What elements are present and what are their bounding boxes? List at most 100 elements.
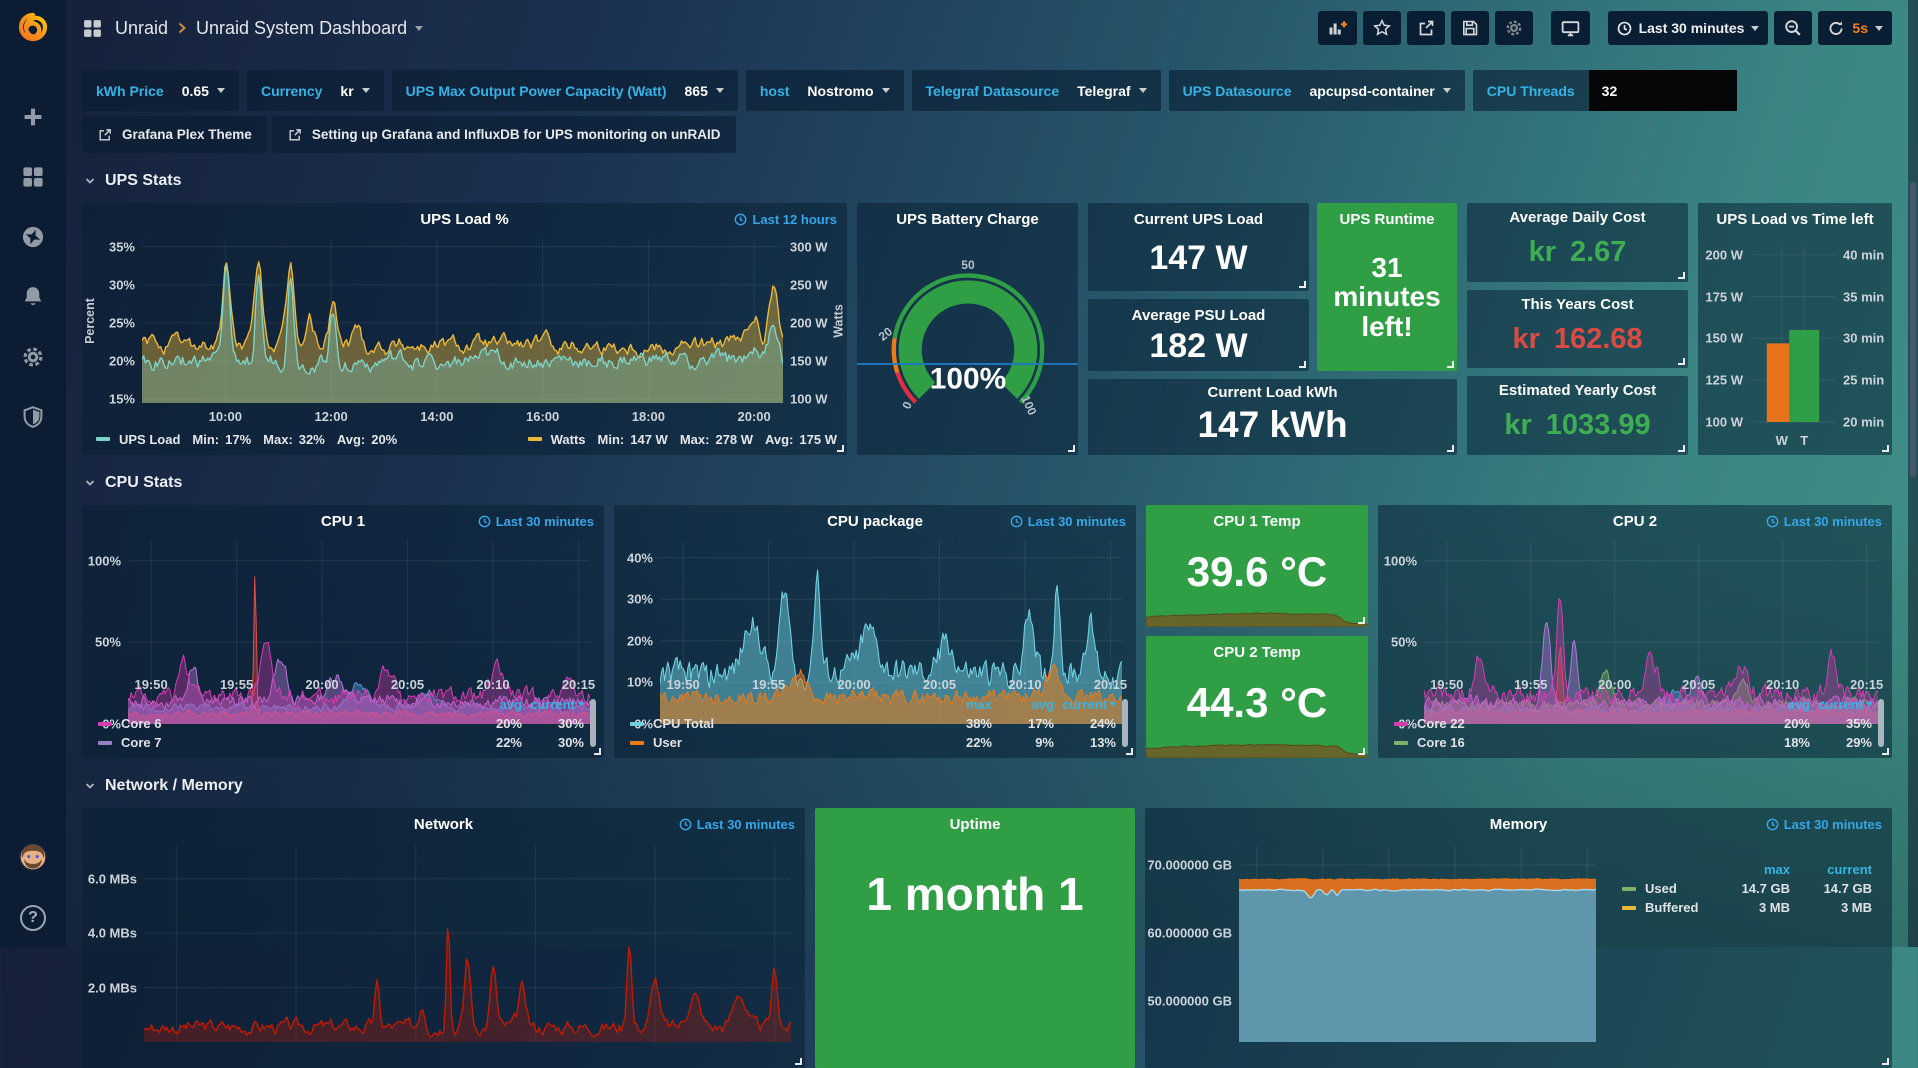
resize-handle[interactable] <box>1358 617 1365 624</box>
panel-title[interactable]: Uptime <box>815 808 1135 833</box>
cpu1-chart[interactable]: 100%50%0%19:5019:5520:0020:0520:1020:15 <box>128 541 590 671</box>
panel-title[interactable]: UPS Runtime <box>1317 203 1457 228</box>
legend-series-name[interactable]: UPS Load <box>119 432 180 447</box>
resize-handle[interactable] <box>837 445 844 452</box>
panel-time-range[interactable]: Last 30 minutes <box>679 817 795 832</box>
legend-column-header[interactable]: avg <box>996 697 1054 712</box>
breadcrumb-dashboard[interactable]: Unraid System Dashboard <box>196 18 407 39</box>
legend-column-header[interactable]: avg <box>464 697 522 712</box>
dashboards-icon[interactable] <box>21 165 45 189</box>
panel-time-range[interactable]: Last 30 minutes <box>1766 514 1882 529</box>
legend-scrollbar[interactable] <box>1122 699 1128 747</box>
resize-handle[interactable] <box>1678 445 1685 452</box>
resize-handle[interactable] <box>1299 361 1306 368</box>
configuration-gear-icon[interactable] <box>21 345 45 369</box>
resize-handle[interactable] <box>594 748 601 755</box>
legend-column-header[interactable]: current <box>1814 697 1872 712</box>
panel-title[interactable]: This Years Cost <box>1467 290 1688 313</box>
resize-handle[interactable] <box>1882 445 1889 452</box>
server-admin-shield-icon[interactable] <box>21 405 45 429</box>
legend-column-header[interactable]: max <box>934 697 992 712</box>
ups-load-chart[interactable]: 35%30%25%20%15%300 W250 W200 W150 W100 W… <box>142 239 783 403</box>
legend-series-name[interactable]: Core 22 <box>1394 716 1748 731</box>
breadcrumb-folder[interactable]: Unraid <box>115 18 168 39</box>
explore-compass-icon[interactable] <box>21 225 45 249</box>
help-icon[interactable]: ? <box>20 905 46 931</box>
legend-series-name[interactable]: Used <box>1622 881 1708 896</box>
resize-handle[interactable] <box>1678 358 1685 365</box>
memory-chart[interactable]: 70.000000 GB60.000000 GB50.000000 GB <box>1239 846 1596 1042</box>
dashboard-dropdown-caret[interactable] <box>415 26 423 31</box>
variable-value-dropdown[interactable]: kr <box>322 83 383 99</box>
panel-time-range[interactable]: Last 30 minutes <box>1010 514 1126 529</box>
page-scrollbar[interactable] <box>1908 0 1918 947</box>
legend-series-name[interactable]: Watts <box>551 432 586 447</box>
variable-cpu-threads[interactable]: CPU Threads32 <box>1473 70 1737 111</box>
dashboard-link[interactable]: Grafana Plex Theme <box>82 116 267 153</box>
panel-title[interactable]: Average Daily Cost <box>1467 203 1688 226</box>
resize-handle[interactable] <box>1126 748 1133 755</box>
panel-title[interactable]: UPS Battery Charge <box>857 203 1078 228</box>
panel-title[interactable]: Average PSU Load <box>1088 299 1309 324</box>
legend-column-header[interactable]: avg <box>1752 697 1810 712</box>
share-button[interactable] <box>1407 11 1445 45</box>
variable-text-input[interactable]: 32 <box>1589 70 1737 111</box>
panel-time-range[interactable]: Last 30 minutes <box>478 514 594 529</box>
panel-title[interactable]: UPS Load vs Time left <box>1698 203 1892 228</box>
variable-value-dropdown[interactable]: apcupsd-container <box>1292 83 1465 99</box>
grafana-logo[interactable] <box>16 10 50 49</box>
legend-series-name[interactable]: CPU Total <box>630 716 930 731</box>
legend-scrollbar[interactable] <box>1878 699 1884 747</box>
variable-currency[interactable]: Currencykr <box>247 70 384 111</box>
dashboard-settings-gear-icon[interactable] <box>1495 11 1533 45</box>
legend-scrollbar[interactable] <box>590 699 596 747</box>
zoom-out-button[interactable] <box>1774 11 1812 45</box>
star-button[interactable] <box>1363 11 1401 45</box>
section-network-memory[interactable]: Network / Memory <box>84 774 1892 798</box>
resize-handle[interactable] <box>1882 1058 1889 1065</box>
legend-column-header[interactable]: current <box>1794 862 1872 877</box>
resize-handle[interactable] <box>1447 361 1454 368</box>
legend-series-name[interactable]: User <box>630 735 930 750</box>
variable-value-dropdown[interactable]: 865 <box>667 83 738 99</box>
panel-title[interactable]: Current Load kWh <box>1088 379 1457 401</box>
cpu-package-chart[interactable]: 40%30%20%10%0%19:5019:5520:0020:0520:102… <box>660 541 1122 671</box>
panel-title[interactable]: Estimated Yearly Cost <box>1467 376 1688 399</box>
create-plus-icon[interactable] <box>21 105 45 129</box>
resize-handle[interactable] <box>1882 748 1889 755</box>
variable-ups-max-output-power-capacity-watt[interactable]: UPS Max Output Power Capacity (Watt)865 <box>392 70 738 111</box>
resize-handle[interactable] <box>1678 272 1685 279</box>
section-ups-stats[interactable]: UPS Stats <box>84 169 1892 193</box>
cycle-view-monitor-icon[interactable] <box>1551 11 1590 45</box>
legend-item[interactable]: WattsMin:147 WMax:278 WAvg:175 W <box>528 432 837 447</box>
variable-value-dropdown[interactable]: 0.65 <box>164 83 239 99</box>
user-avatar[interactable] <box>18 842 48 877</box>
alerting-bell-icon[interactable] <box>21 285 45 309</box>
panel-title[interactable]: UPS Load % <box>82 203 847 228</box>
add-panel-button[interactable] <box>1318 11 1357 45</box>
legend-series-name[interactable]: Core 6 <box>98 716 460 731</box>
variable-host[interactable]: hostNostromo <box>746 70 904 111</box>
save-button[interactable] <box>1451 11 1489 45</box>
variable-value-dropdown[interactable]: Telegraf <box>1059 83 1160 99</box>
section-cpu-stats[interactable]: CPU Stats <box>84 471 1892 495</box>
dashboard-link[interactable]: Setting up Grafana and InfluxDB for UPS … <box>272 116 736 153</box>
load-vs-time-chart[interactable]: 200 W175 W150 W125 W100 W40 min35 min30 … <box>1750 243 1836 427</box>
refresh-button[interactable]: 5s <box>1818 11 1892 45</box>
panel-time-range[interactable]: Last 30 minutes <box>1766 817 1882 832</box>
panel-title[interactable]: Current UPS Load <box>1088 203 1309 228</box>
resize-handle[interactable] <box>1447 445 1454 452</box>
time-range-picker[interactable]: Last 30 minutes <box>1608 11 1769 45</box>
panel-time-range[interactable]: Last 12 hours <box>734 212 837 227</box>
resize-handle[interactable] <box>1299 281 1306 288</box>
variable-kwh-price[interactable]: kWh Price0.65 <box>82 70 239 111</box>
legend-series-name[interactable]: Core 16 <box>1394 735 1748 750</box>
dashboards-grid-icon[interactable] <box>82 18 103 39</box>
scrollbar-thumb[interactable] <box>1910 182 1916 477</box>
legend-item[interactable]: UPS LoadMin:17%Max:32%Avg:20% <box>96 432 397 447</box>
variable-telegraf-datasource[interactable]: Telegraf DatasourceTelegraf <box>912 70 1161 111</box>
variable-ups-datasource[interactable]: UPS Datasourceapcupsd-container <box>1169 70 1465 111</box>
panel-title[interactable]: CPU 1 Temp <box>1146 505 1368 530</box>
legend-column-header[interactable]: current <box>1058 697 1116 712</box>
panel-title[interactable]: CPU 2 Temp <box>1146 636 1368 661</box>
